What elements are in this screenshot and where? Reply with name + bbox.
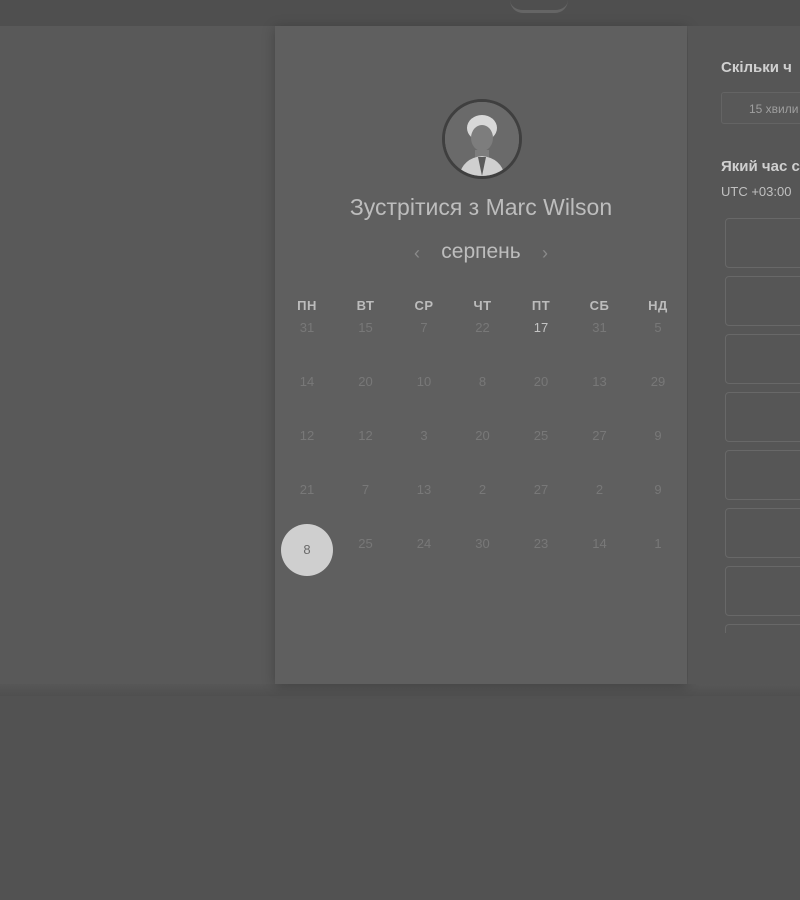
calendar-day: 9 [654, 482, 662, 497]
month-label: серпень [441, 240, 521, 263]
weekday-label: ПН [297, 298, 317, 313]
calendar-day: 14 [592, 536, 607, 551]
weekday-label: ПТ [531, 298, 551, 313]
calendar-day-available[interactable]: 17 [512, 320, 570, 335]
calendar-day: 10 [416, 374, 432, 389]
time-slot-button[interactable] [725, 624, 800, 633]
calendar-day: 20 [358, 374, 373, 389]
calendar-day: 2 [478, 482, 487, 497]
month-navigation: ‹ серпень › [275, 240, 687, 270]
top-bar [0, 0, 800, 26]
weekday-label: ЧТ [473, 298, 492, 313]
calendar-day: 31 [592, 320, 607, 335]
calendar-day: 27 [592, 428, 607, 443]
calendar-day: 8 [478, 374, 487, 389]
time-slot-button[interactable] [725, 508, 800, 558]
calendar-week: 8 25 24 30 23 14 1 [278, 524, 688, 590]
calendar-day-selected[interactable]: 8 [281, 524, 333, 576]
time-selection-panel: Скільки ч 15 хвили Який час с UTC +03:00 [688, 26, 800, 684]
calendar-day: 20 [475, 428, 490, 443]
time-slot-button[interactable] [725, 450, 800, 500]
calendar-day: 21 [299, 482, 315, 497]
calendar-day: 1 [654, 536, 662, 551]
calendar-day: 29 [650, 374, 666, 389]
calendar-week: 31 15 7 22 17 31 5 [278, 320, 688, 374]
calendar-day: 14 [299, 374, 315, 389]
calendar-week: 12 12 3 20 25 27 9 [278, 428, 688, 482]
prev-month-button[interactable]: ‹ [407, 242, 427, 264]
calendar-grid: ПН ВТ СР ЧТ ПТ СБ НД 31 15 7 22 17 31 5 … [278, 298, 688, 590]
logo-partial [510, 0, 568, 13]
calendar-day: 2 [595, 482, 604, 497]
calendar-day: 3 [420, 428, 428, 443]
time-slot-button[interactable] [725, 566, 800, 616]
duration-select[interactable]: 15 хвили [721, 92, 800, 124]
time-slot-button[interactable] [725, 276, 800, 326]
page-title: Зустрітися з Marc Wilson [349, 194, 613, 220]
time-heading: Який час с [721, 158, 800, 175]
next-month-button[interactable]: › [535, 242, 555, 264]
calendar-day: 27 [533, 482, 549, 497]
calendar-day: 25 [358, 536, 373, 551]
calendar-day: 7 [361, 482, 370, 497]
calendar-day: 20 [533, 374, 549, 389]
calendar-day: 12 [299, 428, 315, 443]
calendar-day: 30 [475, 536, 490, 551]
calendar-day: 25 [533, 428, 549, 443]
calendar-day: 7 [420, 320, 428, 335]
calendar-week: 21 7 13 2 27 2 9 [278, 482, 688, 536]
duration-heading: Скільки ч [721, 59, 792, 76]
weekday-label: НД [648, 298, 668, 313]
calendar-day: 5 [654, 320, 662, 335]
person-avatar-icon [445, 102, 519, 176]
weekday-header: ПН ВТ СР ЧТ ПТ СБ НД [278, 298, 688, 320]
avatar [442, 99, 522, 179]
timezone-label: UTC +03:00 [721, 184, 792, 199]
weekday-label: СБ [589, 298, 610, 313]
weekday-label: ВТ [356, 298, 375, 313]
calendar-day: 13 [416, 482, 432, 497]
time-slot-button[interactable] [725, 392, 800, 442]
calendar-day: 12 [358, 428, 373, 443]
calendar-week: 14 20 10 8 20 13 29 [278, 374, 688, 428]
calendar-day: 13 [592, 374, 607, 389]
calendar-day: 23 [533, 536, 549, 551]
calendar-day: 9 [654, 428, 662, 443]
time-slot-button[interactable] [725, 218, 800, 268]
page-divider [0, 684, 800, 696]
calendar-day: 15 [358, 320, 373, 335]
time-slot-button[interactable] [725, 334, 800, 384]
calendar-day: 24 [416, 536, 432, 551]
booking-card: Зустрітися з Marc Wilson ‹ серпень › ПН … [275, 26, 687, 684]
calendar-day: 31 [299, 320, 315, 335]
calendar-day: 22 [475, 320, 490, 335]
weekday-label: СР [414, 298, 434, 313]
